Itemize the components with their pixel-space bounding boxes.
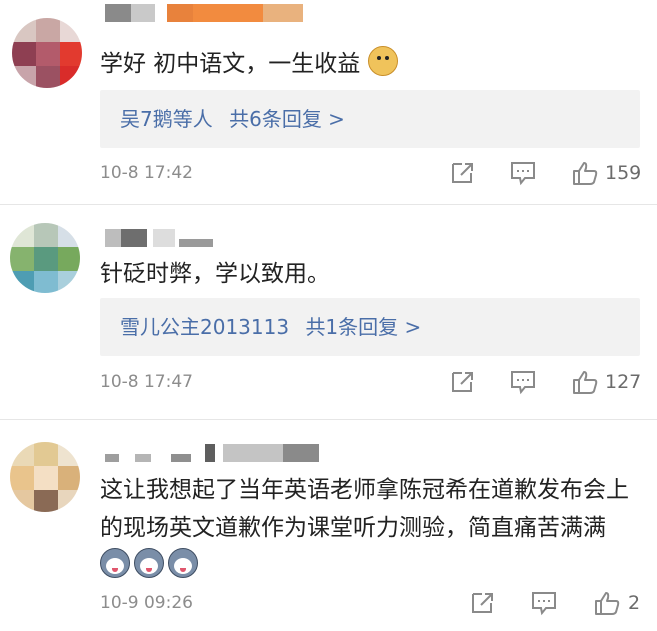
comment-text: 学好 初中语文，一生收益 [100,45,633,83]
husky-emoji-icon [100,548,130,578]
comment-text-content: 学好 初中语文，一生收益 [100,51,361,77]
thumbs-up-icon[interactable] [571,369,599,395]
comment-item: 学好 初中语文，一生收益 吴7鹅等人 共6条回复 > 10-8 17:42 15… [0,0,657,205]
avatar[interactable] [12,18,82,88]
comment-item: 针砭时弊，学以致用。 雪儿公主2013113 共1条回复 > 10-8 17:4… [0,205,657,420]
comment-time: 10-8 17:42 [100,163,193,183]
husky-emoji-icon [168,548,198,578]
reply-users: 吴7鹅等人 [120,107,213,131]
comment-item: 这让我想起了当年英语老师拿陈冠希在道歉发布会上的现场英文道歉作为课堂听力测验，简… [0,420,657,631]
comment-text: 这让我想起了当年英语老师拿陈冠希在道歉发布会上的现场英文道歉作为课堂听力测验，简… [100,471,633,585]
comment-icon[interactable] [530,590,558,616]
reply-users: 雪儿公主2013113 [120,315,290,339]
reply-count-link[interactable]: 共1条回复 > [305,315,421,339]
replies-box[interactable]: 吴7鹅等人 共6条回复 > [100,90,640,148]
comment-meta: 10-8 17:42 159 [100,158,657,188]
comment-text-content: 这让我想起了当年英语老师拿陈冠希在道歉发布会上的现场英文道歉作为课堂听力测验，简… [100,477,629,541]
share-icon[interactable] [449,160,477,186]
thumbs-up-icon[interactable] [571,160,599,186]
username-blurred[interactable] [105,229,225,247]
like-count: 159 [605,162,642,184]
comment-icon[interactable] [509,160,537,186]
comment-icon[interactable] [509,369,537,395]
comment-time: 10-9 09:26 [100,593,193,613]
comment-text-content: 针砭时弊，学以致用。 [100,261,330,287]
share-icon[interactable] [449,369,477,395]
username-blurred[interactable] [105,444,335,462]
share-icon[interactable] [469,590,497,616]
like-count: 2 [628,592,641,614]
avatar[interactable] [10,442,80,512]
comment-text: 针砭时弊，学以致用。 [100,255,633,293]
avatar[interactable] [10,223,80,293]
replies-box[interactable]: 雪儿公主2013113 共1条回复 > [100,298,640,356]
comment-time: 10-8 17:47 [100,372,193,392]
reply-count-link[interactable]: 共6条回复 > [229,107,345,131]
username-blurred[interactable] [105,4,325,22]
husky-emoji-icon [134,548,164,578]
thumbs-up-icon[interactable] [593,590,621,616]
comment-meta: 10-9 09:26 2 [100,588,657,618]
doge-emoji-icon [367,46,398,76]
comment-meta: 10-8 17:47 127 [100,367,657,397]
like-count: 127 [605,371,642,393]
